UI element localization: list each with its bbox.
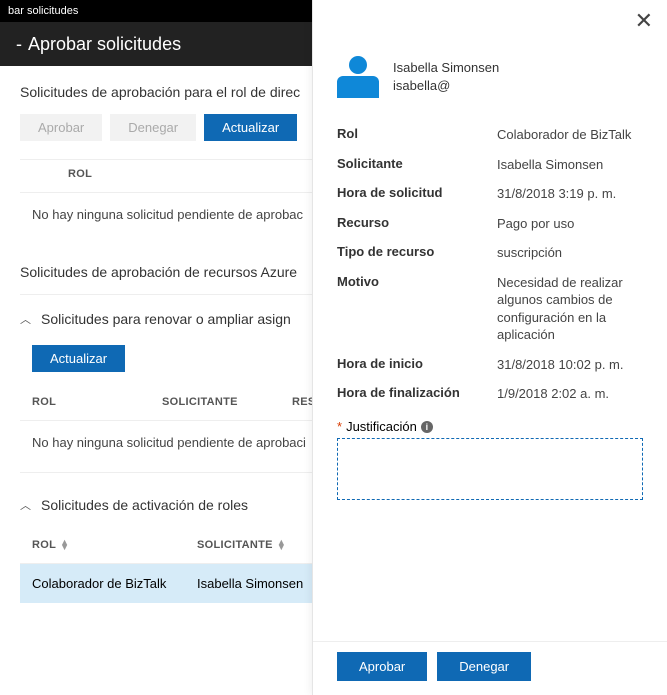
justification-label: * Justificación i xyxy=(313,409,667,438)
sort-icon: ▲▼ xyxy=(60,540,69,550)
col-role[interactable]: ROL ▲▼ xyxy=(32,539,197,551)
val-motivo: Necesidad de realizar algunos cambios de… xyxy=(497,274,643,344)
val-solicitante: Isabella Simonsen xyxy=(497,156,643,174)
user-name: Isabella Simonsen xyxy=(393,59,499,77)
lbl-hora-solicitud: Hora de solicitud xyxy=(337,185,497,203)
lbl-tipo-recurso: Tipo de recurso xyxy=(337,244,497,262)
lbl-hora-fin: Hora de finalización xyxy=(337,385,497,403)
sort-icon: ▲▼ xyxy=(277,540,286,550)
lbl-rol: Rol xyxy=(337,126,497,144)
user-email: isabella@ xyxy=(393,77,499,95)
col-role[interactable]: ROL xyxy=(32,396,162,408)
lbl-solicitante: Solicitante xyxy=(337,156,497,174)
col-requester[interactable]: SOLICITANTE ▲▼ xyxy=(197,539,286,551)
refresh-button[interactable]: Actualizar xyxy=(204,114,297,141)
header-dash: - xyxy=(16,34,22,55)
justification-input[interactable] xyxy=(337,438,643,500)
col-role[interactable]: ROL xyxy=(68,168,92,180)
lbl-motivo: Motivo xyxy=(337,274,497,344)
val-hora-fin: 1/9/2018 2:02 a. m. xyxy=(497,385,643,403)
panel-deny-button[interactable]: Denegar xyxy=(437,652,531,681)
detail-panel: ✕ Isabella Simonsen isabella@ RolColabor… xyxy=(312,0,667,695)
panel-approve-button[interactable]: Aprobar xyxy=(337,652,427,681)
chevron-up-icon: ︿ xyxy=(20,497,31,513)
approve-button: Aprobar xyxy=(20,114,102,141)
lbl-hora-inicio: Hora de inicio xyxy=(337,356,497,374)
cell-role: Colaborador de BizTalk xyxy=(32,576,197,591)
topbar-title: bar solicitudes xyxy=(8,5,78,17)
val-hora-solicitud: 31/8/2018 3:19 p. m. xyxy=(497,185,643,203)
user-block: Isabella Simonsen isabella@ xyxy=(313,30,667,116)
avatar-icon xyxy=(337,56,379,98)
val-tipo-recurso: suscripción xyxy=(497,244,643,262)
val-recurso: Pago por uso xyxy=(497,215,643,233)
val-hora-inicio: 31/8/2018 10:02 p. m. xyxy=(497,356,643,374)
lbl-recurso: Recurso xyxy=(337,215,497,233)
required-asterisk: * xyxy=(337,419,342,434)
deny-button: Denegar xyxy=(110,114,196,141)
subsection-activation-title: Solicitudes de activación de roles xyxy=(41,497,248,513)
col-requester[interactable]: SOLICITANTE xyxy=(162,396,292,408)
close-icon[interactable]: ✕ xyxy=(635,8,653,34)
page-title: Aprobar solicitudes xyxy=(28,34,181,55)
refresh-button-2[interactable]: Actualizar xyxy=(32,345,125,372)
chevron-up-icon: ︿ xyxy=(20,311,31,327)
info-icon[interactable]: i xyxy=(421,421,433,433)
val-rol: Colaborador de BizTalk xyxy=(497,126,643,144)
subsection-renew-title: Solicitudes para renovar o ampliar asign xyxy=(41,311,291,327)
